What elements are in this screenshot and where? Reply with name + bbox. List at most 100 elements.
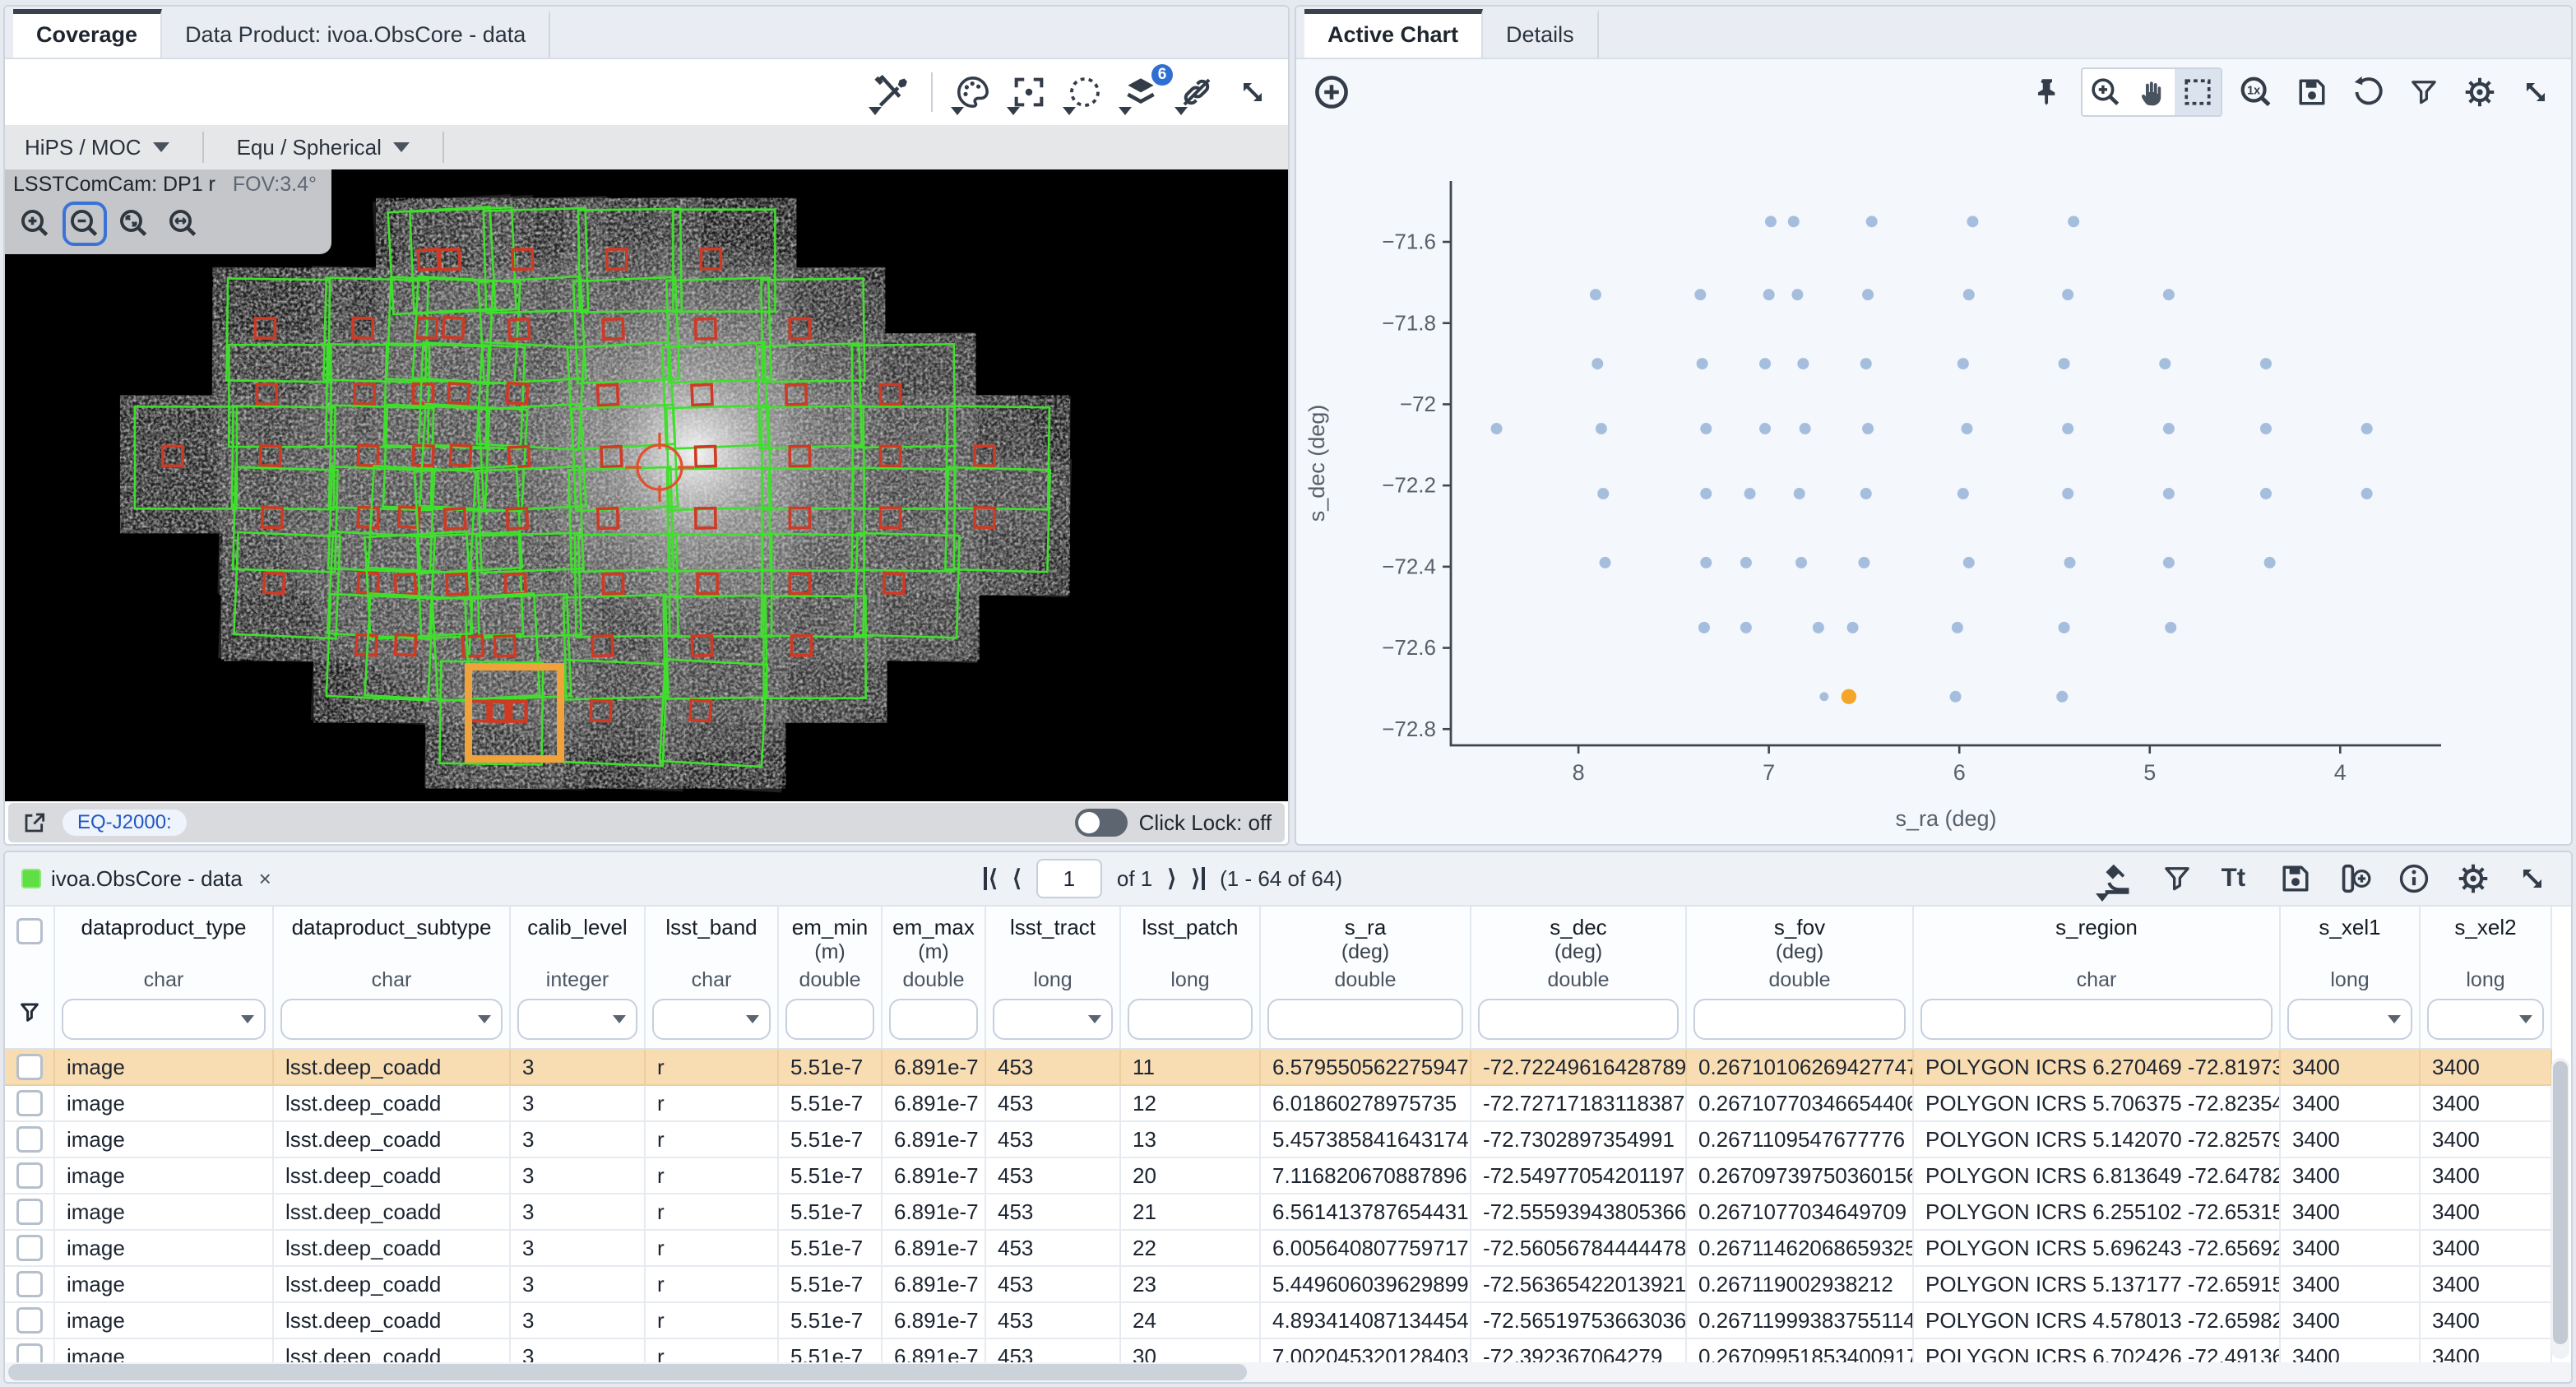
zoom-out-icon[interactable] — [63, 202, 107, 246]
filter-icon[interactable] — [2155, 854, 2199, 903]
info-icon[interactable] — [2392, 854, 2436, 903]
column-header-calib_level[interactable]: calib_levelinteger — [510, 907, 645, 1049]
scatter-point[interactable] — [1866, 216, 1878, 227]
save-icon[interactable] — [2290, 67, 2334, 117]
scatter-point[interactable] — [1813, 622, 1824, 633]
scatter-point[interactable] — [2260, 358, 2272, 369]
scatter-point[interactable] — [1858, 557, 1869, 568]
close-icon[interactable]: × — [259, 866, 271, 892]
scatter-point[interactable] — [2159, 358, 2171, 369]
filter-input-lsst_tract[interactable] — [993, 999, 1113, 1040]
scatter-point[interactable] — [2059, 358, 2070, 369]
scatter-point[interactable] — [1591, 358, 1603, 369]
scatter-point[interactable] — [1740, 557, 1752, 568]
row-checkbox[interactable] — [16, 1307, 43, 1334]
table-row[interactable]: imagelsst.deep_coadd3r5.51e-76.891e-7453… — [5, 1266, 2551, 1302]
first-page-button[interactable]: ⟨ — [984, 867, 998, 890]
search-options-icon[interactable] — [2096, 854, 2140, 903]
scatter-point[interactable] — [1967, 216, 1978, 227]
row-checkbox[interactable] — [16, 1126, 43, 1153]
column-header-lsst_patch[interactable]: lsst_patchlong — [1120, 907, 1260, 1049]
column-header-em_min[interactable]: em_min(m)double — [778, 907, 882, 1049]
scatter-point[interactable] — [2163, 423, 2175, 434]
next-page-button[interactable]: ⟩ — [1167, 867, 1176, 890]
hips-moc-dropdown[interactable]: HiPS / MOC — [25, 135, 169, 160]
scatter-point[interactable] — [1788, 216, 1800, 227]
scatter-point[interactable] — [1794, 488, 1805, 499]
scatter-point[interactable] — [1860, 358, 1872, 369]
scatter-point[interactable] — [1957, 488, 1969, 499]
scatter-point[interactable] — [1694, 289, 1706, 300]
scatter-point[interactable] — [1740, 622, 1752, 633]
expand-icon[interactable] — [1230, 67, 1275, 117]
scatter-point[interactable] — [1698, 622, 1710, 633]
scrollbar-thumb[interactable] — [2553, 1061, 2568, 1344]
zoom-fit-icon[interactable] — [112, 202, 156, 246]
row-checkbox[interactable] — [16, 1090, 43, 1116]
column-header-s_region[interactable]: s_regionchar — [1913, 907, 2280, 1049]
text-view-icon[interactable]: Tt — [2214, 854, 2259, 903]
scatter-point[interactable] — [2163, 557, 2175, 568]
add-column-icon[interactable] — [2333, 854, 2377, 903]
scatter-point[interactable] — [1862, 423, 1874, 434]
filter-input-s_fov[interactable] — [1693, 999, 1906, 1040]
row-checkbox[interactable] — [16, 1343, 43, 1362]
scatter-point[interactable] — [1963, 557, 1975, 568]
filter-input-s_xel1[interactable] — [2287, 999, 2412, 1040]
scatter-point[interactable] — [2260, 488, 2272, 499]
scatter-point[interactable] — [1759, 423, 1771, 434]
scatter-point[interactable] — [1952, 622, 1963, 633]
scatter-point[interactable] — [1791, 289, 1803, 300]
column-header-em_max[interactable]: em_max(m)double — [882, 907, 985, 1049]
box-select-icon[interactable] — [2175, 69, 2221, 115]
scatter-point[interactable] — [1590, 289, 1601, 300]
scatter-point[interactable] — [1862, 289, 1874, 300]
column-header-dataproduct_type[interactable]: dataproduct_typechar — [54, 907, 273, 1049]
row-checkbox[interactable] — [16, 1235, 43, 1261]
scatter-point[interactable] — [1763, 289, 1775, 300]
scatter-point[interactable] — [1765, 216, 1777, 227]
scatter-point-selected[interactable] — [1842, 689, 1856, 704]
scatter-point[interactable] — [2163, 488, 2175, 499]
table-row[interactable]: imagelsst.deep_coadd3r5.51e-76.891e-7453… — [5, 1338, 2551, 1362]
scatter-point[interactable] — [1697, 358, 1708, 369]
pan-mode-icon[interactable] — [2129, 69, 2175, 115]
column-header-dataproduct_subtype[interactable]: dataproduct_subtypechar — [273, 907, 510, 1049]
table-row[interactable]: imagelsst.deep_coadd3r5.51e-76.891e-7453… — [5, 1302, 2551, 1338]
coord-sys-dropdown[interactable]: Equ / Spherical — [237, 135, 410, 160]
scatter-point[interactable] — [2059, 622, 2070, 633]
tab-details[interactable]: Details — [1483, 9, 1599, 58]
scatter-point[interactable] — [1597, 488, 1609, 499]
table-scroll-area[interactable]: dataproduct_typechardataproduct_subtypec… — [5, 907, 2571, 1362]
table-row[interactable]: imagelsst.deep_coadd3r5.51e-76.891e-7453… — [5, 1049, 2551, 1085]
pin-icon[interactable] — [2025, 67, 2069, 117]
zoom-in-icon[interactable] — [13, 202, 58, 246]
scatter-point[interactable] — [1596, 423, 1607, 434]
tools-icon[interactable] — [869, 67, 913, 117]
scrollbar-thumb[interactable] — [8, 1364, 1247, 1380]
horizontal-scrollbar[interactable] — [5, 1362, 2571, 1382]
prev-page-button[interactable]: ⟨ — [1012, 867, 1022, 890]
scatter-point[interactable] — [2068, 216, 2079, 227]
external-link-icon[interactable] — [21, 809, 48, 836]
filter-input-s_xel2[interactable] — [2427, 999, 2544, 1040]
select-all-checkbox[interactable] — [16, 918, 43, 944]
scatter-point[interactable] — [1961, 423, 1972, 434]
settings-icon[interactable] — [2458, 67, 2502, 117]
zoom-original-icon[interactable]: 1x — [2234, 67, 2278, 117]
scatter-point[interactable] — [1700, 423, 1712, 434]
scatter-point[interactable] — [2361, 488, 2373, 499]
filter-icon[interactable] — [2402, 67, 2446, 117]
table-row[interactable]: imagelsst.deep_coadd3r5.51e-76.891e-7453… — [5, 1194, 2551, 1230]
scatter-chart[interactable]: −71.6−71.8−72−72.2−72.4−72.6−72.887654s_… — [1296, 125, 2573, 842]
column-header-s_xel1[interactable]: s_xel1long — [2280, 907, 2420, 1049]
scatter-point[interactable] — [2163, 289, 2175, 300]
scatter-point[interactable] — [2062, 488, 2073, 499]
filter-input-dataproduct_subtype[interactable] — [280, 999, 503, 1040]
scatter-point[interactable] — [2361, 423, 2373, 434]
zoom-fill-icon[interactable] — [161, 202, 206, 246]
table-tab[interactable]: ivoa.ObsCore - data × — [5, 866, 288, 892]
row-checkbox[interactable] — [16, 1271, 43, 1297]
scatter-point[interactable] — [1963, 289, 1975, 300]
page-input[interactable] — [1036, 859, 1102, 898]
